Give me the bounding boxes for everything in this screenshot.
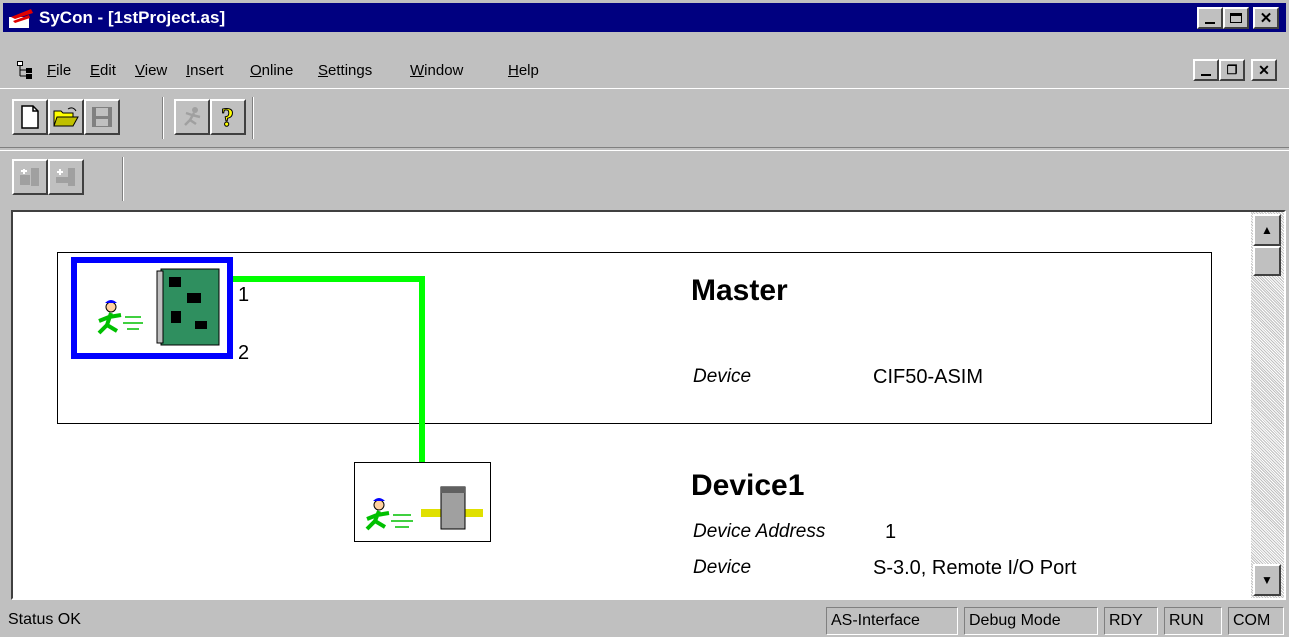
minimize-icon [1201,74,1211,76]
master-device-value: CIF50-ASIM [873,366,984,388]
device1-heading: Device1 [691,469,805,502]
insert-master-button[interactable] [12,159,48,195]
arrow-down-icon: ▼ [1261,573,1273,587]
insert-device-icon [56,168,75,186]
help-button[interactable]: ? [210,99,246,135]
close-icon: ✕ [1258,61,1270,78]
device1-device-value: S-3.0, Remote I/O Port [873,557,1077,579]
network-toolbar [0,150,1289,208]
menu-window[interactable]: Window [410,61,463,81]
status-rdy: RDY [1104,607,1158,635]
close-button[interactable]: ✕ [1253,7,1279,29]
run-button[interactable] [174,99,210,135]
close-icon: ✕ [1259,9,1273,27]
status-com: COM [1228,607,1284,635]
restore-icon: ❐ [1226,63,1238,77]
status-run: RUN [1164,607,1222,635]
master-port-1: 1 [238,284,250,306]
master-heading: Master [691,274,788,307]
svg-text:?: ? [221,104,234,130]
vertical-scrollbar[interactable]: ▲ ▼ [1251,212,1284,598]
title-bar[interactable]: SyCon - [1stProject.as] ✕ [0,0,1289,32]
menu-settings[interactable]: Settings [318,61,372,81]
device1-node[interactable] [354,462,491,542]
mdi-restore-button[interactable]: ❐ [1219,59,1245,81]
maximize-button[interactable] [1223,7,1249,29]
master-node[interactable] [71,257,233,359]
scroll-up-button[interactable]: ▲ [1253,214,1281,246]
mdi-close-button[interactable]: ✕ [1251,59,1277,81]
scroll-thumb[interactable] [1253,246,1281,276]
mdi-minimize-button[interactable] [1193,59,1219,81]
insert-device-button[interactable] [48,159,84,195]
menu-edit[interactable]: Edit [90,61,116,81]
menu-file[interactable]: File [47,61,71,81]
run-icon [184,107,201,126]
master-port-2: 2 [238,342,250,364]
main-toolbar: ? [0,88,1289,148]
menu-help[interactable]: Help [508,61,539,81]
network-view[interactable]: 1 2 Master Device CIF50-ASIM Device1 Dev… [11,210,1286,600]
menu-bar: File Edit View Insert Online Settings Wi… [0,56,1289,86]
device-slave-icon [365,486,483,531]
master-device-label: Device [693,366,752,387]
arrow-up-icon: ▲ [1261,223,1273,237]
device1-address-value: 1 [885,521,897,543]
minimize-button[interactable] [1197,7,1223,29]
status-text: Status OK [8,611,81,628]
master-card-icon [97,268,220,346]
status-bar: Status OK AS-Interface Debug Mode RDY RU… [0,603,1289,637]
help-icon: ? [221,104,235,130]
menu-view[interactable]: View [135,61,167,81]
status-mode: Debug Mode [964,607,1098,635]
device1-device-label: Device [693,557,752,578]
menu-insert[interactable]: Insert [186,61,224,81]
scroll-down-button[interactable]: ▼ [1253,564,1281,596]
window-title: SyCon - [1stProject.as] [39,8,226,27]
status-bus: AS-Interface [826,607,958,635]
maximize-icon [1230,13,1242,23]
project-tree-icon[interactable] [16,60,36,80]
minimize-icon [1205,22,1215,24]
insert-master-icon [20,168,39,186]
menu-online[interactable]: Online [250,61,293,81]
device1-address-label: Device Address [693,521,826,542]
sycon-app-icon[interactable] [9,7,35,29]
